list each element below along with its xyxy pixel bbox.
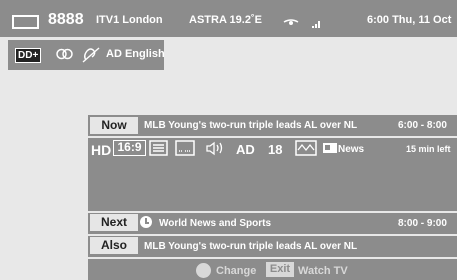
teletext-icon [149, 140, 168, 156]
also-label: Also [90, 237, 138, 254]
subtitles-icon [175, 140, 195, 156]
next-row: Next World News and Sports 8:00 - 9:00 [88, 213, 457, 234]
now-time: 6:00 - 8:00 [398, 120, 447, 131]
service-badges: DD+ AD English [8, 40, 165, 70]
next-title: World News and Sports [159, 218, 272, 229]
divider [88, 257, 457, 259]
audio-description-icon: AD [236, 142, 255, 157]
next-time: 8:00 - 9:00 [398, 218, 447, 229]
subtitles-cc-icon [56, 48, 73, 60]
now-title: MLB Young's two-run triple leads AL over… [144, 120, 358, 131]
feature-icons-row: HD 16:9 AD 18 News 15 min left [88, 138, 457, 160]
audio-description-language: AD English [106, 48, 165, 60]
dolby-digital-plus-badge: DD+ [15, 48, 42, 63]
tv-icon [12, 15, 39, 29]
waveform-icon [295, 140, 317, 156]
programme-info-panel: Now MLB Young's two-run triple leads AL … [88, 115, 457, 280]
channel-info-bar: 8888 ITV1 London ASTRA 19.2˚E 6:00 Thu, … [0, 0, 457, 37]
genre-label: News [338, 144, 365, 155]
signal-strength-icon [283, 19, 320, 28]
hearing-impaired-icon [82, 47, 100, 63]
exit-button[interactable]: Exit [266, 262, 294, 277]
now-label: Now [90, 117, 138, 134]
channel-name: ITV1 London [96, 14, 163, 26]
now-row: Now MLB Young's two-run triple leads AL … [88, 115, 457, 136]
date-time: 6:00 Thu, 11 Oct [367, 14, 452, 26]
change-label: Change [216, 265, 257, 277]
news-genre-icon [323, 143, 337, 153]
audio-icon [206, 141, 223, 156]
watch-tv-label: Watch TV [298, 265, 348, 277]
navigation-arrows-icon[interactable] [196, 263, 211, 278]
next-label: Next [90, 214, 138, 231]
channel-number: 8888 [48, 11, 84, 28]
hd-icon: HD [91, 142, 112, 158]
clock-icon [140, 216, 152, 228]
also-title: MLB Young's two-run triple leads AL over… [144, 241, 358, 252]
key-hints: Change Exit Watch TV [88, 261, 457, 280]
aspect-ratio-icon: 16:9 [113, 140, 146, 156]
also-row: Also MLB Young's two-run triple leads AL… [88, 236, 457, 257]
time-left: 15 min left [406, 144, 451, 154]
satellite-name: ASTRA 19.2˚E [189, 14, 262, 26]
age-rating-icon: 18 [268, 142, 283, 157]
